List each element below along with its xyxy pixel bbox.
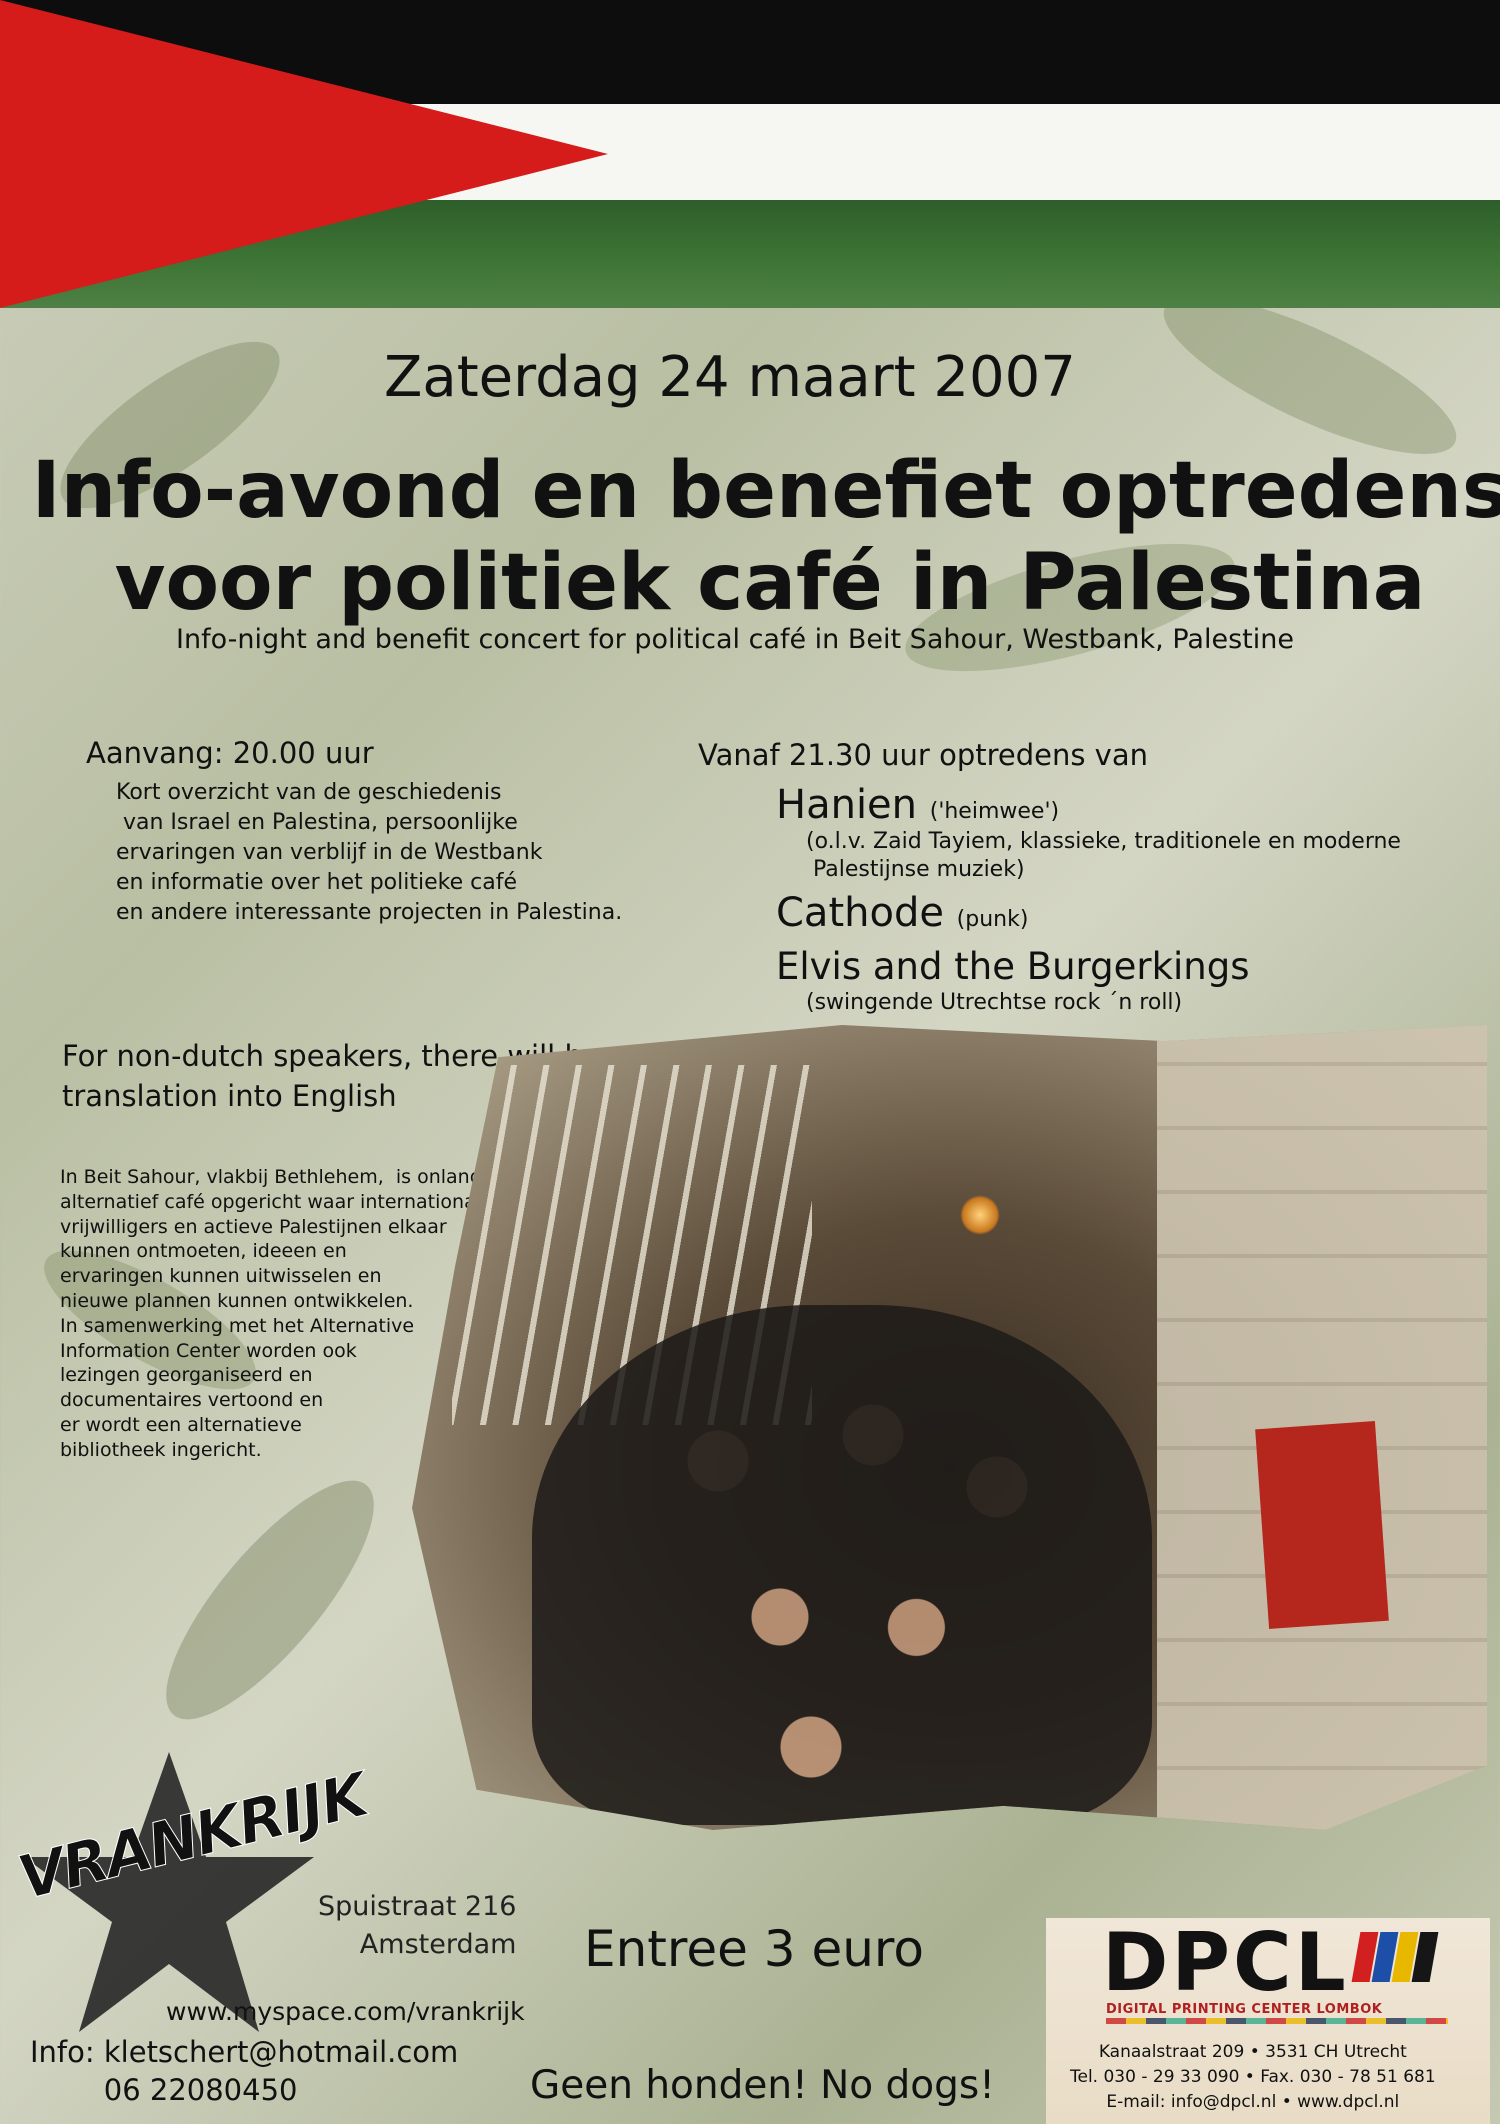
act-description: (o.l.v. Zaid Tayiem, klassieke, traditio… [806,829,1401,882]
dpcl-logo: DPCL [1102,1916,1349,2009]
entry-price: Entree 3 euro [584,1920,924,1978]
printer-name: DIGITAL PRINTING CENTER LOMBOK [1106,2002,1383,2017]
group-photo [412,1025,1487,1830]
event-subtitle: Info-night and benefit concert for polit… [176,624,1294,655]
act-name: Cathode [776,890,944,936]
act-hanien: Hanien ('heimwee') [776,782,1059,828]
lamp [960,1195,1000,1235]
contact-info: Info: kletschert@hotmail.com 06 22080450 [30,2035,459,2107]
color-strip [1106,2018,1448,2024]
event-date: Zaterdag 24 maart 2007 [384,345,1076,410]
event-title: Info-avond en benefiet optredens voor po… [0,445,1500,629]
acts-heading: Vanaf 21.30 uur optredens van [698,738,1148,772]
venue-website: www.myspace.com/vrankrijk [166,1997,525,2026]
crowd-of-people [532,1305,1152,1825]
background-leaf [135,1452,405,1748]
act-description: (swingende Utrechtse rock ´n roll) [806,990,1183,1015]
dpcl-color-bars-icon [1351,1932,1446,1992]
act-elvis: Elvis and the Burgerkings [776,945,1250,988]
act-note: (punk) [956,907,1029,932]
flag-red-triangle [0,0,608,308]
title-line-1: Info-avond en benefiet optredens [31,446,1500,536]
venue-address: Spuistraat 216 Amsterdam [318,1891,517,1960]
palestinian-flag [0,0,1500,308]
printer-contact: Kanaalstraat 209 • 3531 CH Utrecht Tel. … [1070,2042,1436,2112]
start-time: Aanvang: 20.00 uur [86,736,374,770]
title-line-2: voor politiek café in Palestina [114,538,1426,628]
wall-poster [1255,1421,1389,1629]
act-name: Hanien [776,782,918,828]
act-note: ('heimwee') [929,799,1060,824]
start-description: Kort overzicht van de geschiedenis van I… [116,780,623,925]
no-dogs-notice: Geen honden! No dogs! [530,2063,995,2108]
act-cathode: Cathode (punk) [776,890,1028,936]
